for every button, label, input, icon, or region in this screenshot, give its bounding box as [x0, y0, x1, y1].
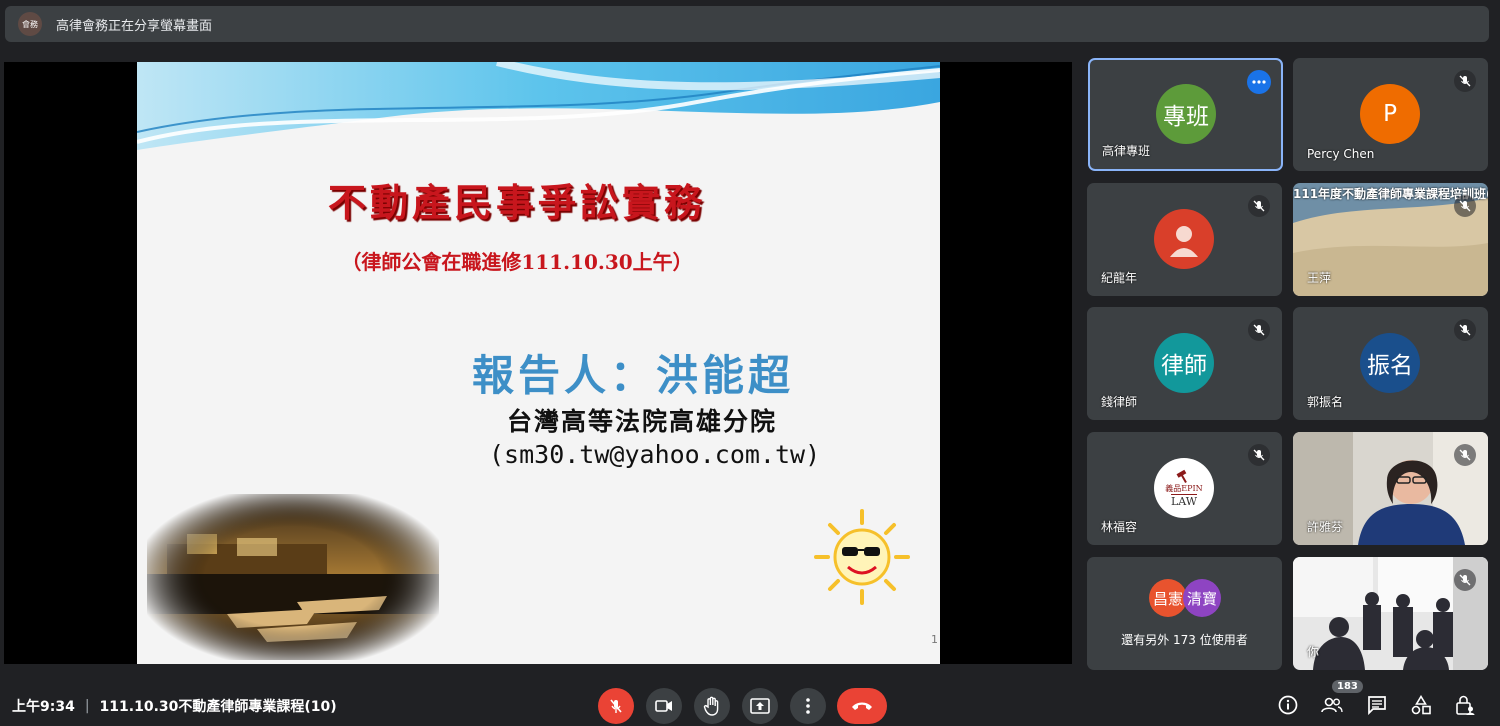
- participant-name: 郭振名: [1307, 395, 1344, 409]
- mic-off-icon: [1454, 444, 1476, 466]
- avatar: 清寶: [1183, 579, 1221, 617]
- participant-name: 紀龍年: [1101, 271, 1138, 285]
- camera-icon: [655, 700, 672, 712]
- more-options-icon[interactable]: [1247, 70, 1271, 94]
- participant-name: 高律專班: [1102, 144, 1151, 158]
- separator: |: [84, 698, 90, 714]
- slide-email: (sm30.tw@yahoo.com.tw): [489, 440, 821, 469]
- more-options-button[interactable]: [790, 688, 826, 724]
- avatar: 昌憲: [1149, 579, 1187, 617]
- meeting-info-button[interactable]: [1275, 692, 1301, 718]
- slide-page-number: 1: [931, 633, 938, 646]
- shapes-icon: [1411, 695, 1431, 715]
- mic-off-icon: [1454, 70, 1476, 92]
- participant-name: 錢律師: [1101, 395, 1138, 409]
- mic-off-icon: [1248, 319, 1270, 341]
- lock-person-icon: [1456, 695, 1475, 715]
- self-tile[interactable]: 你: [1293, 557, 1488, 670]
- slide-court: 台灣高等法院高雄分院: [507, 407, 778, 436]
- presenter-avatar: 會務: [18, 12, 42, 36]
- mic-off-icon: [1248, 444, 1270, 466]
- mic-off-icon: [1248, 195, 1270, 217]
- presentation-status-text: 高律會務正在分享螢幕畫面: [56, 18, 213, 34]
- logo-text-top: 義品EPIN: [1165, 483, 1203, 493]
- participant-tile[interactable]: 111年度不動產律師專業課程培訓班(高雄場) 王萍: [1293, 183, 1488, 296]
- meeting-details: 上午9:34 | 111.10.30不動產律師專業課程(10): [12, 696, 337, 716]
- people-button[interactable]: [1319, 692, 1345, 718]
- participant-tile[interactable]: 紀龍年: [1087, 183, 1282, 296]
- participant-name: 許雅芬: [1307, 520, 1344, 534]
- hand-icon: [703, 696, 719, 716]
- hang-up-icon: [852, 702, 872, 710]
- clock-time: 上午9:34: [12, 699, 75, 715]
- avatar: 專班: [1156, 84, 1216, 144]
- logo-text-bottom: LAW: [1170, 493, 1198, 508]
- leave-call-button[interactable]: [837, 688, 887, 724]
- activities-button[interactable]: [1408, 692, 1434, 718]
- participant-tile[interactable]: 許雅芬: [1293, 432, 1488, 545]
- presentation-banner: 會務 高律會務正在分享螢幕畫面: [5, 6, 1489, 42]
- mic-off-icon: [1454, 569, 1476, 591]
- participant-tile[interactable]: P Percy Chen: [1293, 58, 1488, 171]
- chat-button[interactable]: [1364, 692, 1390, 718]
- slide-subtitle: （律師公會在職進修111.10.30上午）: [341, 250, 693, 274]
- raise-hand-button[interactable]: [694, 688, 730, 724]
- participant-name: 林福容: [1101, 520, 1138, 534]
- others-count-text: 還有另外 173 位使用者: [1121, 633, 1248, 647]
- harbor-night-photo: [147, 494, 439, 660]
- avatar: P: [1360, 84, 1420, 144]
- slide-presenter: 報告人：洪能超: [472, 351, 795, 400]
- mic-off-icon: [1454, 195, 1476, 217]
- present-icon: [750, 698, 770, 714]
- mic-off-icon: [610, 699, 622, 713]
- avatar: 振名: [1360, 333, 1420, 393]
- participant-name: Percy Chen: [1307, 147, 1375, 161]
- others-tile[interactable]: 昌憲 清寶 還有另外 173 位使用者: [1087, 557, 1282, 670]
- participant-tile[interactable]: 義品EPIN LAW 林福容: [1087, 432, 1282, 545]
- present-screen-button[interactable]: [742, 688, 778, 724]
- people-icon: [1321, 697, 1343, 713]
- participant-name: 你: [1307, 645, 1320, 659]
- mic-toggle-button[interactable]: [598, 688, 634, 724]
- sun-sunglasses-icon: [814, 509, 910, 605]
- info-icon: [1278, 695, 1298, 715]
- participant-tile[interactable]: 律師 錢律師: [1087, 307, 1282, 420]
- participant-tile[interactable]: 振名 郭振名: [1293, 307, 1488, 420]
- more-vert-icon: [806, 698, 810, 714]
- mic-off-icon: [1454, 319, 1476, 341]
- slide-title: 不動產民事爭訟實務: [327, 180, 706, 225]
- chat-icon: [1368, 696, 1386, 715]
- slide-wave-decoration: [137, 62, 940, 150]
- host-controls-button[interactable]: [1452, 692, 1478, 718]
- presentation-slide: 不動產民事爭訟實務 （律師公會在職進修111.10.30上午） 報告人：洪能超 …: [137, 62, 940, 664]
- camera-toggle-button[interactable]: [646, 688, 682, 724]
- participant-name: 王萍: [1307, 271, 1332, 285]
- law-firm-logo: 義品EPIN LAW: [1154, 458, 1214, 518]
- avatar: [1154, 209, 1214, 269]
- shared-screen: 不動產民事爭訟實務 （律師公會在職進修111.10.30上午） 報告人：洪能超 …: [4, 62, 1072, 664]
- meeting-name[interactable]: 111.10.30不動產律師專業課程(10): [100, 696, 337, 716]
- participant-tile[interactable]: 專班 高律專班: [1088, 58, 1283, 171]
- avatar: 律師: [1154, 333, 1214, 393]
